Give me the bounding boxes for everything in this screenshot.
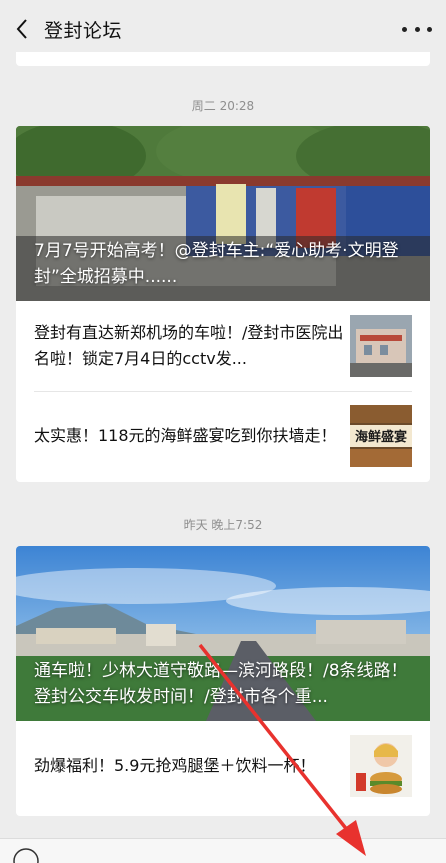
timestamp: 昨天 晚上7:52	[183, 518, 263, 532]
list-item[interactable]: 登封有直达新郑机场的车啦！/登封市医院出名啦！锁定7月4日的cctv发...	[16, 301, 430, 391]
hero-title: 7月7号开始高考！@登封车主:“爱心助考·文明登封”全城招募中......	[34, 241, 399, 287]
hero-article[interactable]: 7月7号开始高考！@登封车主:“爱心助考·文明登封”全城招募中......	[16, 126, 430, 301]
hospital-thumbnail	[350, 315, 412, 377]
page-title: 登封论坛	[44, 19, 123, 42]
burger-thumbnail	[350, 735, 412, 797]
back-button[interactable]	[2, 0, 42, 58]
list-item[interactable]: 劲爆福利！5.9元抢鸡腿堡＋饮料一杯！	[16, 721, 430, 811]
seafood-thumbnail: 海鲜盛宴	[350, 405, 412, 467]
item-title: 劲爆福利！5.9元抢鸡腿堡＋饮料一杯！	[34, 756, 316, 775]
hero-title: 通车啦！少林大道守敬路—滨河路段！/8条线路！登封公交车收发时间！/登封市各个重…	[34, 661, 408, 707]
hero-article[interactable]: 通车啦！少林大道守敬路—滨河路段！/8条线路！登封公交车收发时间！/登封市各个重…	[16, 546, 430, 721]
top-bar: 登封论坛	[0, 0, 446, 58]
item-title: 太实惠！118元的海鲜盛宴吃到你扶墙走！	[34, 426, 337, 445]
previous-card-edge	[16, 52, 430, 66]
thumb-label: 海鲜盛宴	[355, 429, 407, 445]
more-options-icon[interactable]	[402, 18, 432, 40]
item-title: 登封有直达新郑机场的车啦！/登封市医院出名啦！锁定7月4日的cctv发...	[34, 323, 344, 368]
bottom-menu-bar	[0, 838, 446, 863]
article-card: 7月7号开始高考！@登封车主:“爱心助考·文明登封”全城招募中...... 登封…	[16, 126, 430, 482]
timestamp: 周二 20:28	[191, 99, 255, 113]
chevron-left-icon	[16, 19, 27, 39]
list-item[interactable]: 太实惠！118元的海鲜盛宴吃到你扶墙走！ 海鲜盛宴	[16, 391, 430, 481]
article-card: 通车啦！少林大道守敬路—滨河路段！/8条线路！登封公交车收发时间！/登封市各个重…	[16, 546, 430, 816]
keyboard-toggle-icon[interactable]	[0, 839, 40, 863]
